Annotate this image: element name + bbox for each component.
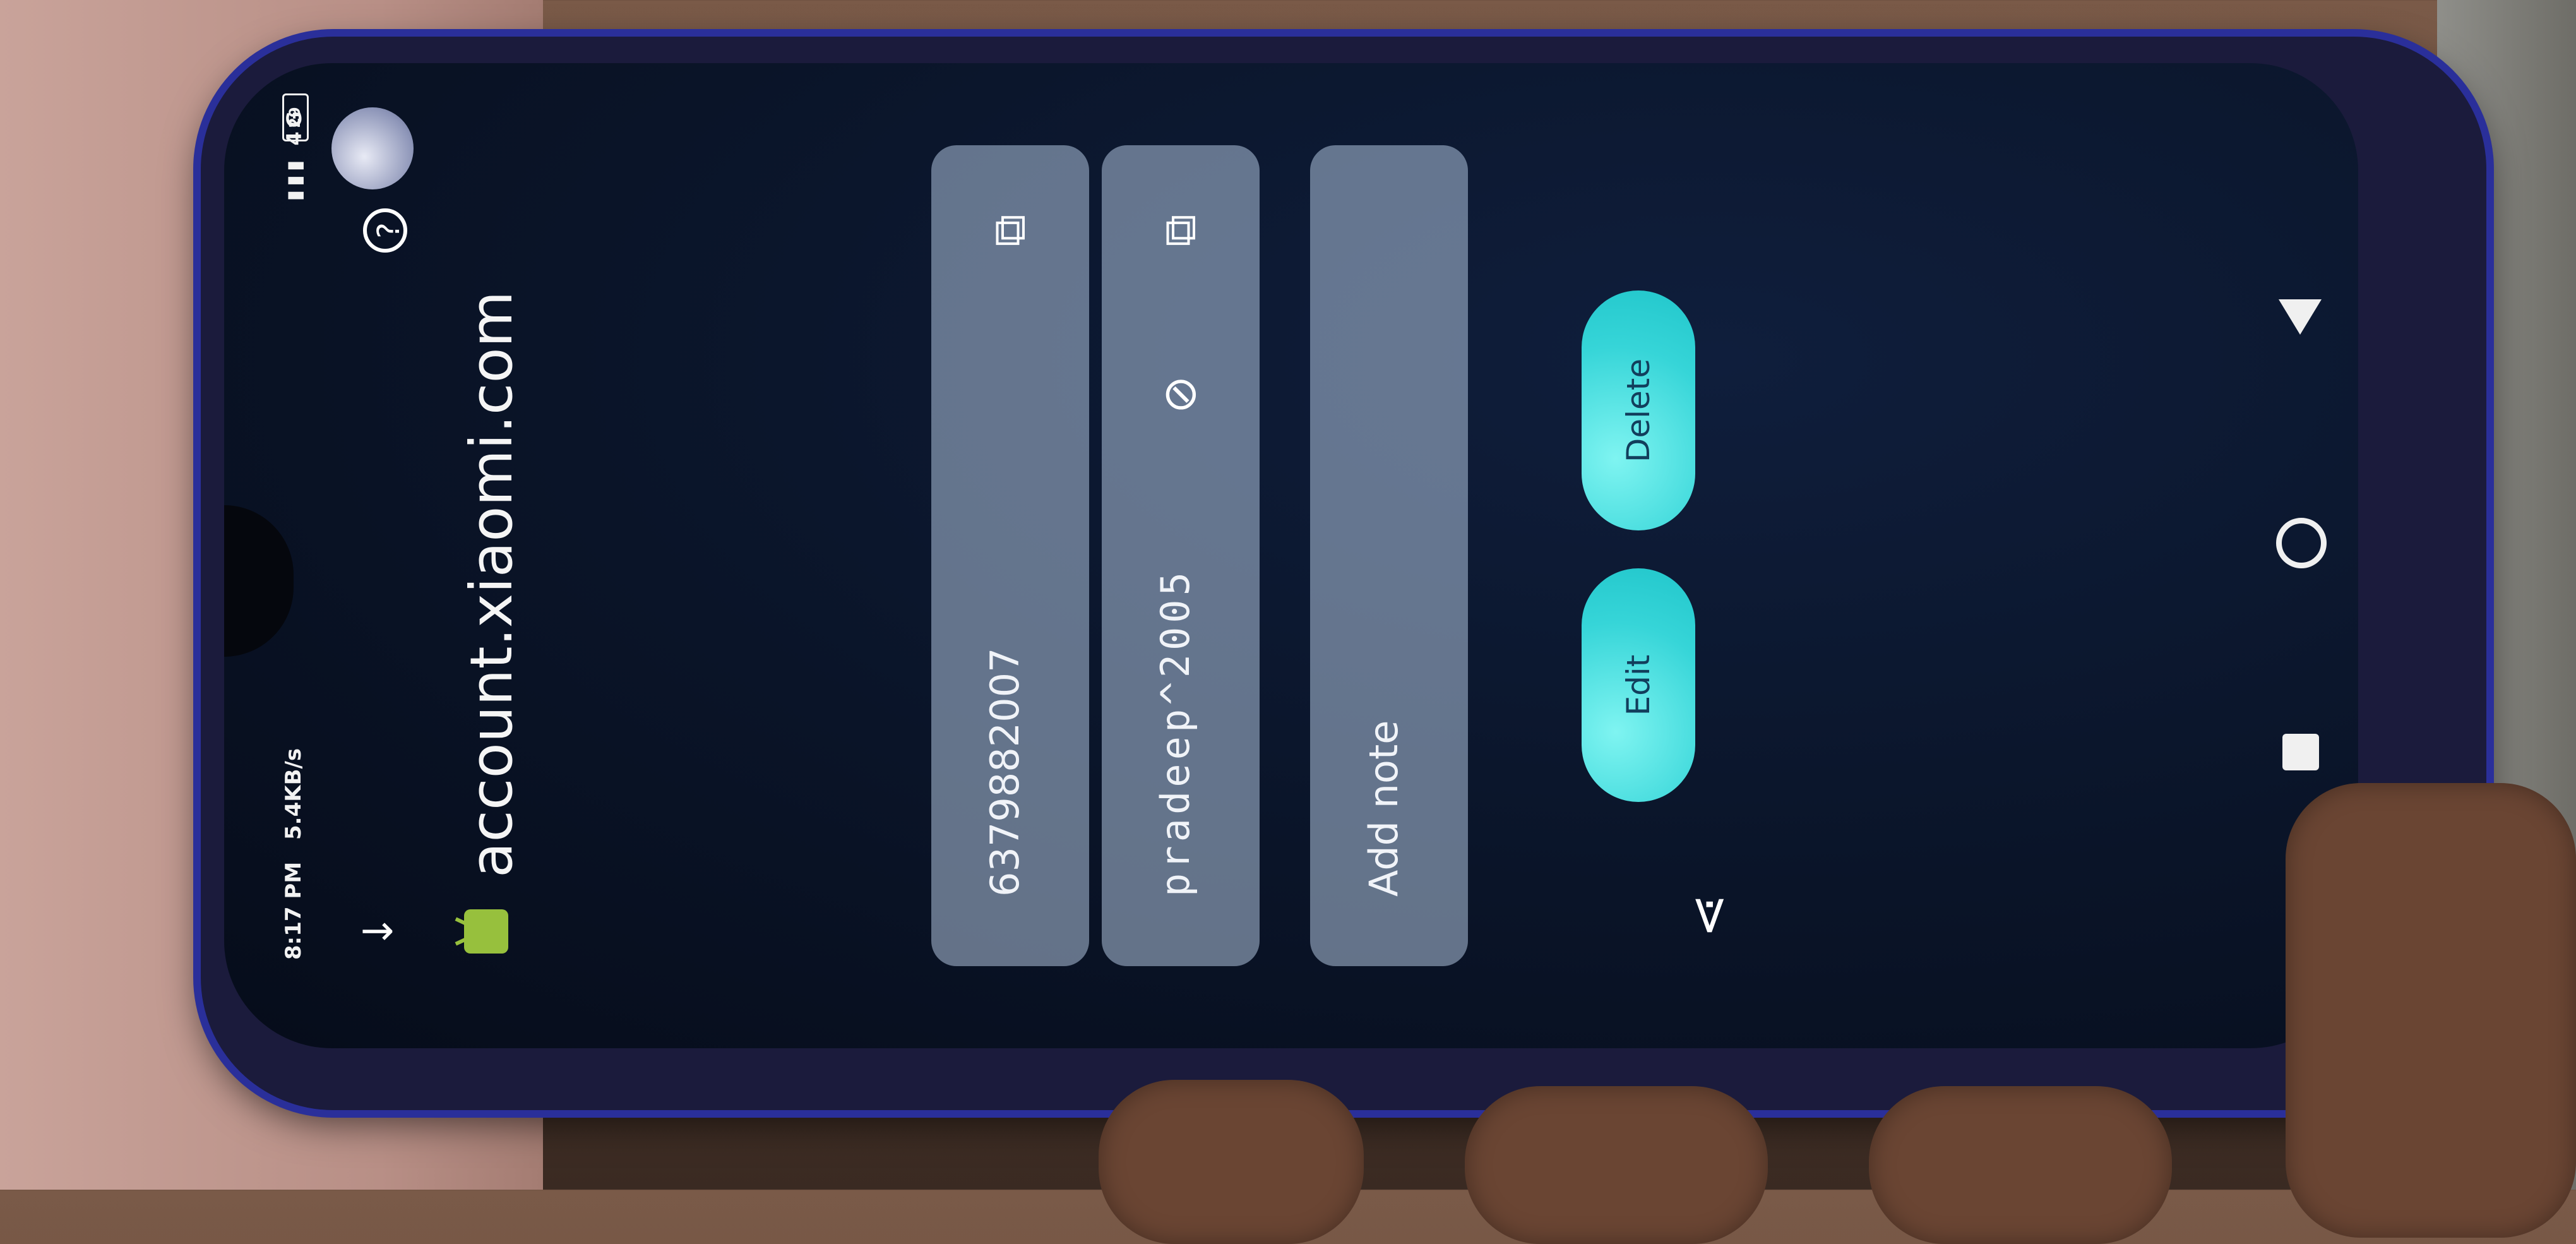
android-icon [464,909,508,954]
status-network-speed: 5.4KB/s [281,748,306,840]
finger [1099,1080,1364,1244]
copy-icon[interactable]: ⧉ [981,202,1037,259]
app-bar: ↓ ? [319,63,432,1048]
help-icon[interactable]: ? [363,208,407,253]
phone-screen: 8:17 PM 5.4KB/s ▮▮▮ 4G 29 ↓ ? account.xi… [224,63,2358,1048]
site-header: account.xiaomi.com [451,63,546,1048]
square-icon[interactable] [2282,734,2319,770]
status-bar: 8:17 PM 5.4KB/s ▮▮▮ 4G 29 [224,63,319,1048]
visibility-off-icon[interactable]: ⊘ [1151,366,1208,423]
edit-button[interactable]: Edit [1582,568,1695,802]
arrow-back-icon[interactable]: ↓ [355,909,402,954]
username-value: 6379882007 [982,647,1028,897]
finger [1869,1086,2172,1244]
share-icon[interactable]: ⋖ [1676,884,1739,947]
copy-icon[interactable]: ⧉ [1151,202,1208,259]
password-field[interactable]: pradeep^2005 ⊘ ⧉ [1102,145,1260,966]
status-time: 8:17 PM [281,861,306,960]
note-field[interactable]: Add note [1310,145,1468,966]
page-title: account.xiaomi.com [458,290,525,878]
username-field[interactable]: 6379882007 ⧉ [931,145,1089,966]
note-placeholder: Add note [1361,720,1407,897]
delete-button[interactable]: Delete [1582,290,1695,530]
triangle-back-icon[interactable] [2279,299,2322,335]
finger [1465,1086,1768,1244]
password-value: pradeep^2005 [1152,568,1198,897]
app-ui: 8:17 PM 5.4KB/s ▮▮▮ 4G 29 ↓ ? account.xi… [224,63,2358,1048]
circle-icon[interactable] [2276,518,2327,568]
battery-icon: 29 [282,93,309,141]
avatar[interactable] [331,107,414,189]
thumb [2286,783,2576,1238]
